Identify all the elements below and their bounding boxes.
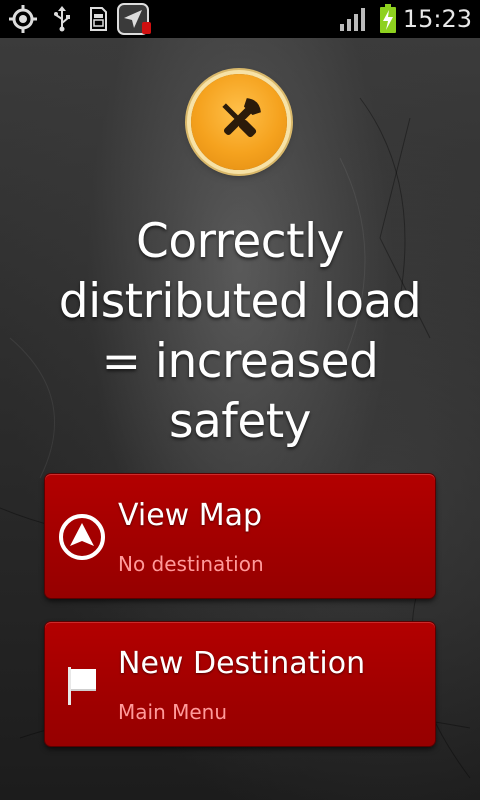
new-destination-subtitle: Main Menu (118, 700, 228, 724)
headline-line: Correctly (136, 214, 344, 269)
sd-card-icon (86, 0, 110, 38)
headline-line: = increased (101, 334, 379, 389)
tools-icon (212, 93, 266, 151)
gps-icon (6, 0, 40, 38)
view-map-button[interactable]: View Map No destination (45, 474, 435, 598)
new-destination-button[interactable]: New Destination Main Menu (45, 622, 435, 746)
view-map-title: View Map (118, 498, 263, 533)
app-logo (191, 74, 287, 170)
view-map-subtitle: No destination (118, 552, 264, 576)
headline-line: safety (169, 394, 312, 449)
new-destination-title: New Destination (118, 646, 366, 681)
headline-line: distributed load (58, 274, 422, 329)
flag-icon (57, 660, 107, 710)
headline-message: Correctly distributed load = increased s… (20, 212, 460, 452)
status-time: 15:23 (402, 5, 472, 33)
usb-icon (50, 0, 74, 38)
navigation-arrow-icon (57, 512, 107, 562)
status-bar: 15:23 (0, 0, 480, 38)
battery-charging-icon (376, 0, 400, 38)
navigation-app-icon (114, 0, 154, 38)
signal-icon (336, 0, 370, 38)
